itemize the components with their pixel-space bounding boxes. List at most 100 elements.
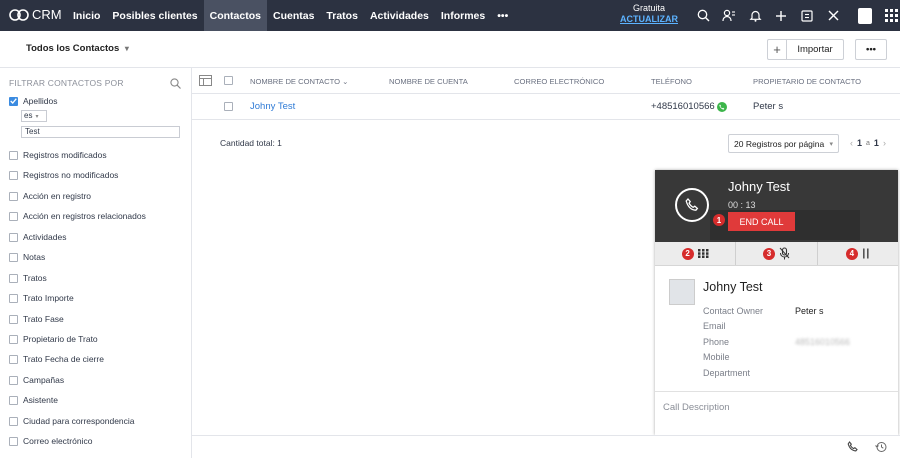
filter-item[interactable]: Trato Importe bbox=[9, 293, 74, 303]
checkbox[interactable] bbox=[9, 375, 18, 385]
filter-item[interactable]: Campañas bbox=[9, 375, 64, 385]
tab-cuentas[interactable]: Cuentas bbox=[267, 0, 320, 31]
table-row[interactable]: Johny Test +48516010566 Peter s bbox=[192, 94, 900, 120]
checkbox[interactable] bbox=[9, 416, 18, 426]
row-checkbox[interactable] bbox=[224, 102, 233, 111]
crm-logo[interactable]: CRM bbox=[9, 7, 62, 22]
import-button[interactable]: Importar bbox=[786, 39, 844, 60]
filter-item[interactable]: Trato Fase bbox=[9, 314, 64, 324]
plan-info: Gratuita ACTUALIZAR bbox=[620, 3, 678, 25]
filter-value-input[interactable]: Test bbox=[21, 126, 180, 138]
phone-value[interactable]: +48516010566 bbox=[651, 101, 727, 112]
filter-item[interactable]: Registros no modificados bbox=[9, 170, 118, 180]
avatar bbox=[669, 279, 695, 305]
checkbox[interactable] bbox=[9, 191, 18, 201]
keypad-button[interactable]: 2 bbox=[655, 242, 737, 265]
filter-value-text: Test bbox=[25, 127, 40, 136]
header-owner[interactable]: PROPIETARIO DE CONTACTO bbox=[753, 77, 861, 86]
checkbox[interactable] bbox=[9, 354, 18, 364]
call-panel: Johny Test 00 : 13 1 END CALL 2 3 4 John… bbox=[655, 170, 898, 435]
next-page-icon[interactable]: › bbox=[883, 138, 886, 148]
filter-item-label: Trato Importe bbox=[23, 293, 74, 303]
per-page-select[interactable]: 20 Registros por página ▾ bbox=[728, 134, 839, 153]
tab-informes[interactable]: Informes bbox=[435, 0, 491, 31]
mute-button[interactable]: 3 bbox=[736, 242, 818, 265]
filter-item[interactable]: Trato Fecha de cierre bbox=[9, 354, 104, 364]
card-contact-name[interactable]: Johny Test bbox=[703, 280, 763, 294]
phone-call-icon[interactable] bbox=[716, 101, 727, 112]
filter-item[interactable]: Tratos bbox=[9, 273, 47, 283]
more-actions-button[interactable]: ••• bbox=[855, 39, 887, 60]
checkbox[interactable] bbox=[9, 232, 18, 242]
top-icons bbox=[690, 0, 900, 31]
more-label: ••• bbox=[866, 44, 876, 55]
column-settings-icon[interactable] bbox=[199, 75, 212, 86]
checkbox[interactable] bbox=[9, 170, 18, 180]
checkbox[interactable] bbox=[9, 252, 18, 262]
microphone-mute-icon bbox=[779, 247, 790, 260]
hold-button[interactable]: 4 bbox=[818, 242, 898, 265]
filter-item-apellidos[interactable]: Apellidos bbox=[9, 96, 58, 106]
filter-item-label: Acción en registros relacionados bbox=[23, 211, 146, 221]
chevron-down-icon: ▾ bbox=[35, 114, 39, 120]
checkbox[interactable] bbox=[9, 334, 18, 344]
calendar-icon[interactable] bbox=[794, 0, 820, 31]
prev-page-icon[interactable]: ‹ bbox=[850, 138, 853, 148]
header-contact-name[interactable]: NOMBRE DE CONTACTO ⌄ bbox=[250, 77, 349, 86]
bell-icon[interactable] bbox=[742, 0, 768, 31]
filter-item[interactable]: Registros modificados bbox=[9, 150, 107, 160]
checkbox[interactable] bbox=[9, 211, 18, 221]
filter-item[interactable]: Asistente bbox=[9, 395, 58, 405]
search-icon[interactable] bbox=[690, 0, 716, 31]
filter-item-label: Asistente bbox=[23, 395, 58, 405]
checkbox-checked[interactable] bbox=[9, 96, 18, 106]
filter-item-label: Trato Fecha de cierre bbox=[23, 354, 104, 364]
filter-item-label: Tratos bbox=[23, 273, 47, 283]
header-account-name[interactable]: NOMBRE DE CUENTA bbox=[389, 77, 468, 86]
filter-item[interactable]: Acción en registros relacionados bbox=[9, 211, 146, 221]
filter-item[interactable]: Actividades bbox=[9, 232, 66, 242]
history-icon[interactable] bbox=[875, 441, 887, 453]
more-tabs-button[interactable]: ••• bbox=[491, 0, 514, 31]
select-all-checkbox[interactable] bbox=[224, 76, 233, 85]
header-email[interactable]: CORREO ELECTRÓNICO bbox=[514, 77, 604, 86]
contacts-icon[interactable] bbox=[716, 0, 742, 31]
checkbox[interactable] bbox=[9, 314, 18, 324]
filter-item[interactable]: Ciudad para correspondencia bbox=[9, 416, 135, 426]
plus-icon: + bbox=[773, 42, 781, 57]
tab-contactos[interactable]: Contactos bbox=[203, 0, 267, 31]
upgrade-link[interactable]: ACTUALIZAR bbox=[620, 14, 678, 25]
checkbox[interactable] bbox=[9, 436, 18, 446]
phone-widget-icon[interactable] bbox=[847, 441, 859, 453]
checkbox[interactable] bbox=[9, 293, 18, 303]
filter-item[interactable]: Notas bbox=[9, 252, 45, 262]
filter-operator-select[interactable]: es ▾ bbox=[21, 110, 47, 122]
view-toolbar: Todos los Contactos ▾ + Importar ••• bbox=[0, 31, 900, 68]
chevron-down-icon: ▾ bbox=[829, 140, 833, 148]
apps-grid-icon[interactable] bbox=[878, 0, 900, 31]
tab-posibles-clientes[interactable]: Posibles clientes bbox=[106, 0, 203, 31]
profile-icon[interactable] bbox=[852, 0, 878, 31]
crm-logo-icon bbox=[9, 8, 29, 21]
checkbox[interactable] bbox=[9, 273, 18, 283]
end-call-button[interactable]: END CALL bbox=[728, 212, 795, 231]
tab-inicio[interactable]: Inicio bbox=[67, 0, 106, 31]
filter-item[interactable]: Correo electrónico bbox=[9, 436, 92, 446]
checkbox[interactable] bbox=[9, 150, 18, 160]
filter-item[interactable]: Acción en registro bbox=[9, 191, 91, 201]
call-description-input[interactable]: Call Description bbox=[663, 402, 730, 413]
plan-label: Gratuita bbox=[632, 3, 665, 13]
header-phone[interactable]: TELÉFONO bbox=[651, 77, 692, 86]
tab-tratos[interactable]: Tratos bbox=[320, 0, 364, 31]
filter-item[interactable]: Propietario de Trato bbox=[9, 334, 98, 344]
checkbox[interactable] bbox=[9, 395, 18, 405]
search-icon[interactable] bbox=[170, 78, 181, 89]
contact-name-link[interactable]: Johny Test bbox=[250, 101, 295, 112]
view-selector[interactable]: Todos los Contactos ▾ bbox=[26, 43, 129, 54]
call-timer: 00 : 13 bbox=[728, 200, 756, 210]
tools-icon[interactable] bbox=[820, 0, 846, 31]
plus-icon[interactable] bbox=[768, 0, 794, 31]
tab-actividades[interactable]: Actividades bbox=[364, 0, 435, 31]
create-contact-button[interactable]: + bbox=[767, 39, 787, 60]
filter-item-label: Registros modificados bbox=[23, 150, 107, 160]
